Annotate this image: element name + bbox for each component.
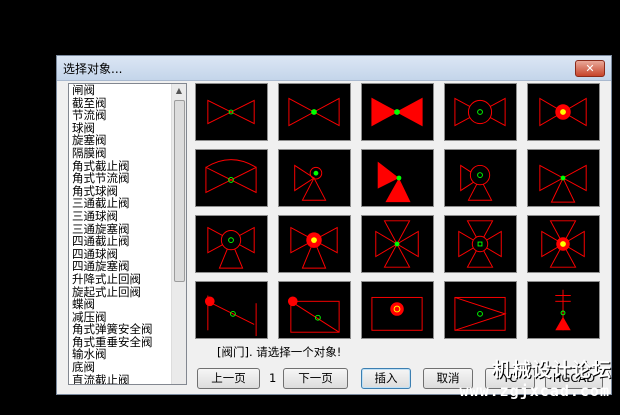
list-items: 闸阀 截至阀 节流阀 球阀 旋塞阀 隔膜阀 角式截止阀 角式节流阀 角式球阀 三通截止阀 三通球阀三… bbox=[70, 84, 171, 384]
four-way-plug-valve-icon bbox=[541, 220, 585, 268]
symbol-cell-13[interactable] bbox=[361, 215, 434, 273]
select-object-dialog: 选择对象... ✕ 闸阀 截至阀 节流阀 球阀 旋塞阀 隔膜阀 角式截止阀 角式节流阀 角式球阀… bbox=[56, 55, 612, 395]
list-item[interactable]: 截至阀 bbox=[70, 97, 171, 110]
watermark-logo: 机械设计论坛 bbox=[491, 359, 612, 381]
list-item[interactable]: 节流阀 bbox=[70, 109, 171, 122]
symbol-cell-10[interactable] bbox=[527, 149, 600, 207]
four-way-globe-valve-icon bbox=[375, 220, 419, 268]
three-way-ball-valve-icon bbox=[207, 226, 255, 269]
butterfly-valve-icon bbox=[371, 296, 423, 331]
symbol-grid bbox=[195, 83, 603, 345]
plug-valve-icon bbox=[539, 97, 587, 127]
list-item[interactable]: 四通截止阀 bbox=[70, 235, 171, 248]
list-scrollbar[interactable]: ▲ bbox=[171, 84, 186, 384]
spring-safety-valve-icon bbox=[555, 289, 571, 331]
scrollbar-thumb[interactable] bbox=[174, 100, 185, 282]
globe-valve-icon bbox=[288, 97, 340, 127]
list-item[interactable]: 三通球阀 bbox=[70, 210, 171, 223]
list-item[interactable]: 升降式止回阀 bbox=[70, 273, 171, 286]
angle-globe-valve-icon bbox=[294, 164, 327, 201]
symbol-cell-19[interactable] bbox=[444, 281, 517, 339]
next-page-button[interactable]: 下一页 bbox=[283, 368, 348, 389]
ball-valve-icon bbox=[454, 97, 506, 127]
list-item[interactable]: 角式重垂安全阀 bbox=[70, 336, 171, 349]
list-item[interactable]: 角式截止阀 bbox=[70, 160, 171, 173]
symbol-cell-3[interactable] bbox=[361, 83, 434, 141]
window-title: 选择对象... bbox=[63, 62, 123, 76]
gate-valve-icon bbox=[207, 99, 255, 125]
list-item[interactable]: 旋起式止回阀 bbox=[70, 286, 171, 299]
list-item[interactable]: 三通截止阀 bbox=[70, 197, 171, 210]
pressure-reducing-valve-icon bbox=[454, 296, 507, 331]
valve-type-list[interactable]: 闸阀 截至阀 节流阀 球阀 旋塞阀 隔膜阀 角式截止阀 角式节流阀 角式球阀 三通截止阀 三通球阀三… bbox=[68, 83, 187, 385]
list-item[interactable]: 减压阀 bbox=[70, 311, 171, 324]
symbol-cell-17[interactable] bbox=[278, 281, 351, 339]
symbol-cell-6[interactable] bbox=[195, 149, 268, 207]
symbol-cell-18[interactable] bbox=[361, 281, 434, 339]
close-button[interactable]: ✕ bbox=[575, 60, 605, 77]
close-icon: ✕ bbox=[585, 62, 595, 75]
insert-button[interactable]: 插入 bbox=[361, 368, 411, 389]
symbol-cell-16[interactable] bbox=[195, 281, 268, 339]
symbol-cell-2[interactable] bbox=[278, 83, 351, 141]
status-text: [阀门]. 请选择一个对象! bbox=[217, 345, 342, 359]
symbol-cell-8[interactable] bbox=[361, 149, 434, 207]
three-way-globe-valve-icon bbox=[539, 164, 587, 203]
list-item[interactable]: 直流截止阀 bbox=[70, 374, 171, 384]
throttle-valve-icon bbox=[371, 97, 423, 127]
symbol-cell-15[interactable] bbox=[527, 215, 600, 273]
symbol-cell-9[interactable] bbox=[444, 149, 517, 207]
angle-throttle-valve-icon bbox=[377, 161, 411, 203]
symbol-cell-12[interactable] bbox=[278, 215, 351, 273]
three-way-plug-valve-icon bbox=[290, 226, 338, 269]
list-item[interactable]: 底阀 bbox=[70, 361, 171, 374]
list-item[interactable]: 旋塞阀 bbox=[70, 134, 171, 147]
symbol-cell-4[interactable] bbox=[444, 83, 517, 141]
diaphragm-valve-icon bbox=[205, 159, 257, 194]
prev-page-button[interactable]: 上一页 bbox=[197, 368, 260, 389]
list-item[interactable]: 输水阀 bbox=[70, 348, 171, 361]
list-item[interactable]: 四通旋塞阀 bbox=[70, 260, 171, 273]
list-item[interactable]: 蝶阀 bbox=[70, 298, 171, 311]
scroll-up-arrow-icon[interactable]: ▲ bbox=[174, 86, 184, 96]
list-item[interactable]: 角式节流阀 bbox=[70, 172, 171, 185]
list-item[interactable]: 三通旋塞阀 bbox=[70, 223, 171, 236]
symbol-cell-14[interactable] bbox=[444, 215, 517, 273]
symbol-cell-7[interactable] bbox=[278, 149, 351, 207]
list-item[interactable]: 隔膜阀 bbox=[70, 147, 171, 160]
list-item[interactable]: 角式弹簧安全阀 bbox=[70, 323, 171, 336]
list-item[interactable]: 球阀 bbox=[70, 122, 171, 135]
list-item[interactable]: 闸阀 bbox=[70, 84, 171, 97]
four-way-ball-valve-icon bbox=[458, 220, 502, 268]
page-number: 1 bbox=[269, 371, 277, 385]
symbol-cell-11[interactable] bbox=[195, 215, 268, 273]
symbol-cell-5[interactable] bbox=[527, 83, 600, 141]
list-item[interactable]: 角式球阀 bbox=[70, 185, 171, 198]
title-bar[interactable]: 选择对象... ✕ bbox=[57, 56, 611, 81]
swing-check-valve-icon bbox=[287, 296, 340, 333]
symbol-cell-1[interactable] bbox=[195, 83, 268, 141]
angle-ball-valve-icon bbox=[460, 164, 493, 201]
lift-check-valve-icon bbox=[204, 295, 257, 337]
watermark-url: www.zgjxcad.com bbox=[459, 382, 610, 400]
list-item[interactable]: 四通球阀 bbox=[70, 248, 171, 261]
symbol-cell-20[interactable] bbox=[527, 281, 600, 339]
